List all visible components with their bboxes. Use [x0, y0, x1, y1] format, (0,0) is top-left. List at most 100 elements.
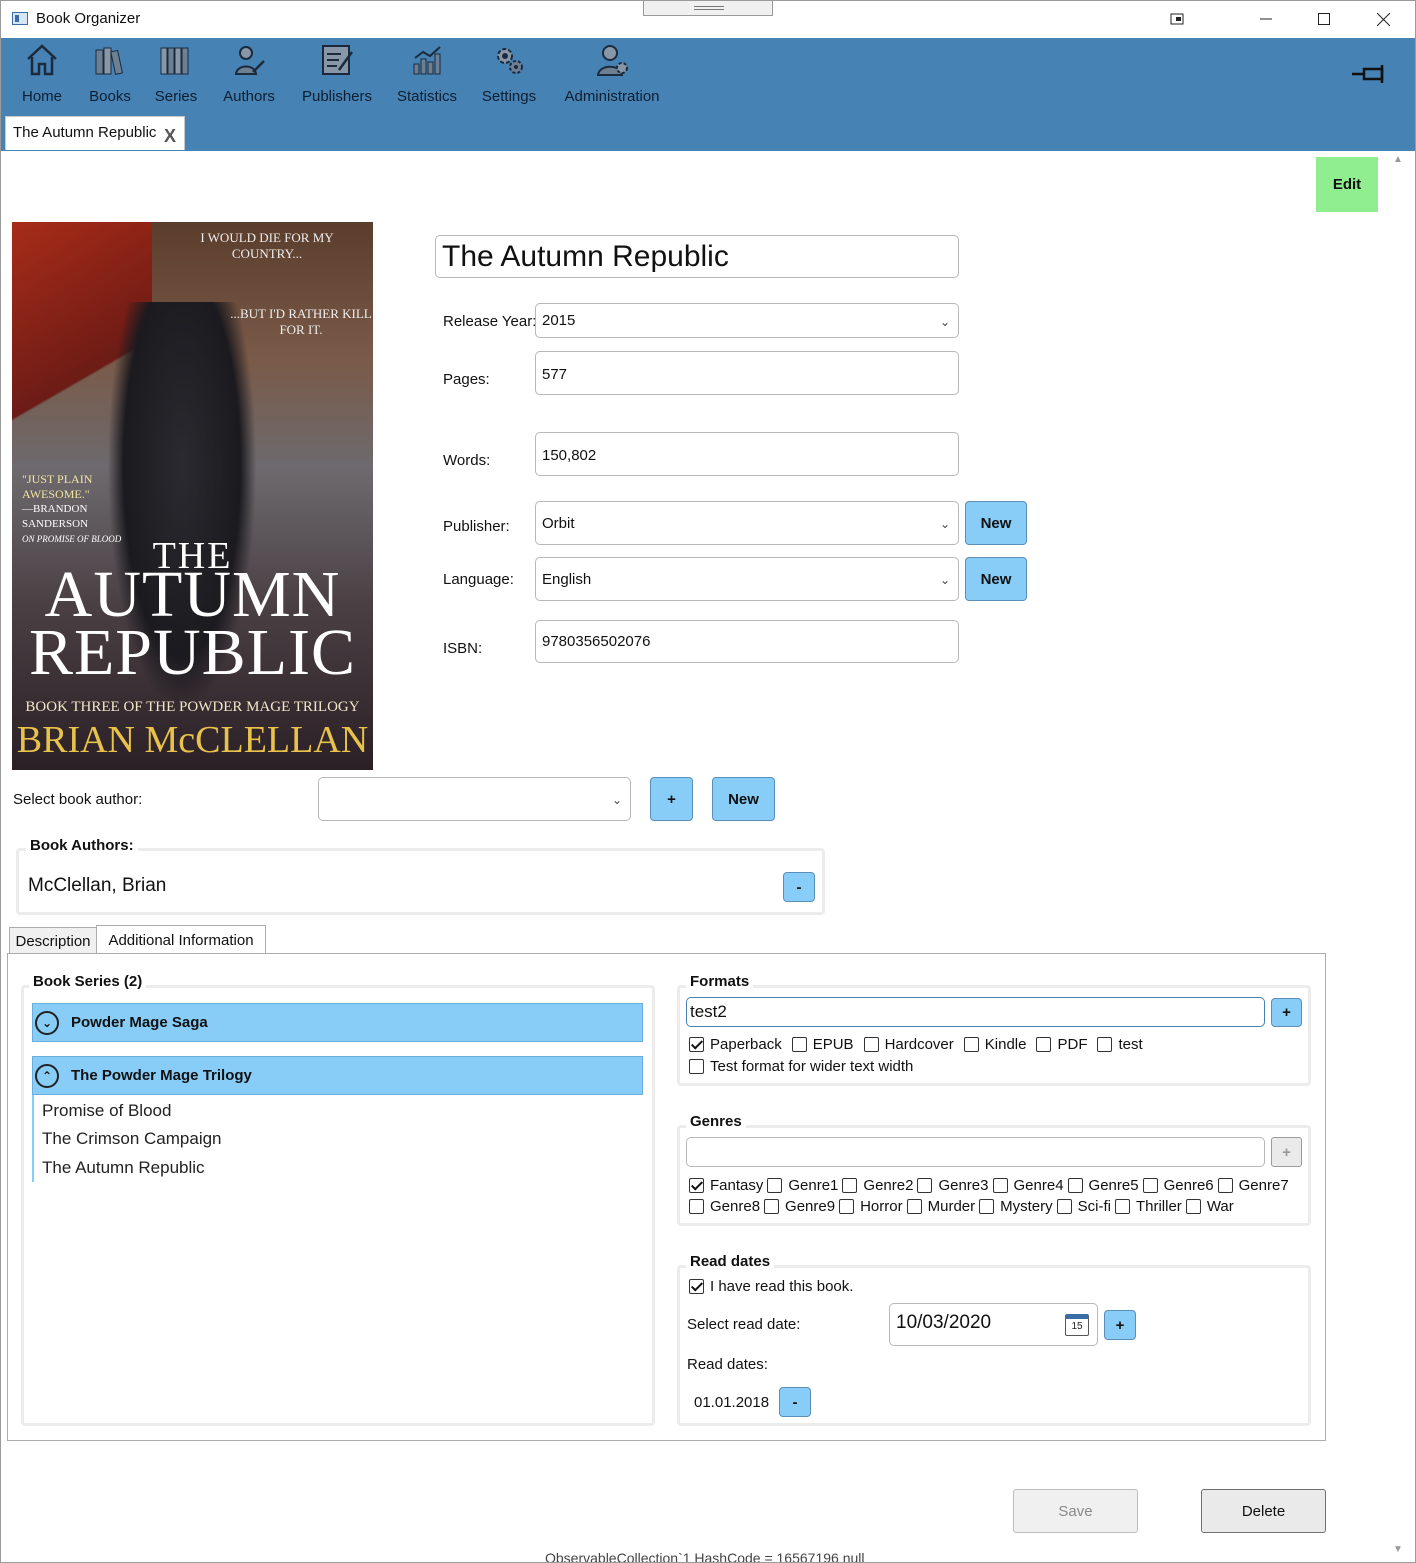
series-book-item[interactable]: The Crimson Campaign — [42, 1129, 222, 1149]
checkbox[interactable] — [1217, 1178, 1233, 1193]
nav-administration[interactable]: Administration — [560, 38, 664, 110]
add-read-date-button[interactable]: + — [1104, 1310, 1136, 1340]
remove-read-date-button[interactable]: - — [779, 1387, 811, 1417]
add-format-button[interactable]: + — [1271, 998, 1302, 1027]
nav-series[interactable]: Series — [150, 38, 202, 110]
title-input[interactable]: The Autumn Republic — [435, 235, 959, 278]
genre-genre3-checkbox[interactable]: Genre3 — [917, 1177, 989, 1194]
checkbox[interactable] — [863, 1037, 879, 1052]
checkbox[interactable] — [963, 1037, 979, 1052]
nav-home[interactable]: Home — [16, 38, 68, 110]
checkbox[interactable] — [1114, 1199, 1130, 1214]
edit-button[interactable]: Edit — [1316, 157, 1378, 212]
checkbox[interactable] — [906, 1199, 922, 1214]
checkbox[interactable] — [917, 1178, 933, 1193]
genre-genre5-checkbox[interactable]: Genre5 — [1067, 1177, 1139, 1194]
tab-additional-information[interactable]: Additional Information — [96, 925, 266, 955]
format-paperback-checkbox[interactable]: Paperback — [689, 1036, 782, 1053]
tab-description[interactable]: Description — [9, 927, 97, 955]
remove-author-button[interactable]: - — [783, 872, 815, 902]
checkbox[interactable] — [767, 1178, 783, 1193]
release-year-select[interactable]: 2015 ⌄ — [535, 303, 959, 338]
checkbox[interactable] — [1142, 1178, 1158, 1193]
genre-genre7-checkbox[interactable]: Genre7 — [1217, 1177, 1289, 1194]
genre-mystery-checkbox[interactable]: Mystery — [979, 1198, 1053, 1215]
close-tab-icon[interactable]: X — [164, 126, 176, 147]
checkbox-checked[interactable] — [689, 1178, 704, 1193]
checkbox[interactable] — [1056, 1199, 1072, 1214]
genre-genre6-checkbox[interactable]: Genre6 — [1142, 1177, 1214, 1194]
genre-fantasy-checkbox[interactable]: Fantasy — [689, 1177, 763, 1194]
format-input[interactable]: test2 — [686, 997, 1265, 1027]
checkbox[interactable] — [839, 1199, 855, 1214]
scroll-down-icon[interactable]: ▼ — [1393, 1544, 1403, 1555]
checkbox[interactable] — [842, 1178, 858, 1193]
format-test-checkbox[interactable]: test — [1097, 1036, 1143, 1053]
format-hardcover-checkbox[interactable]: Hardcover — [863, 1036, 954, 1053]
checkbox[interactable] — [1185, 1199, 1201, 1214]
vertical-scrollbar[interactable]: ▲ ▼ — [1388, 152, 1408, 1557]
format-test-wide-checkbox[interactable]: Test format for wider text width — [689, 1058, 913, 1075]
genre-genre4-checkbox[interactable]: Genre4 — [992, 1177, 1064, 1194]
isbn-input[interactable]: 9780356502076 — [535, 620, 959, 663]
add-author-button[interactable]: + — [650, 777, 693, 821]
checkbox[interactable] — [689, 1199, 704, 1214]
calendar-icon[interactable]: 15 — [1065, 1314, 1089, 1336]
genre-murder-checkbox[interactable]: Murder — [906, 1198, 975, 1215]
nav-settings[interactable]: Settings — [478, 38, 540, 110]
checkbox[interactable] — [1097, 1037, 1113, 1052]
pin-icon[interactable] — [1350, 62, 1390, 89]
checkbox[interactable] — [689, 1059, 704, 1074]
series-the-powder-mage-trilogy[interactable]: ⌃ The Powder Mage Trilogy — [32, 1056, 643, 1095]
have-read-checkbox[interactable]: I have read this book. — [689, 1278, 853, 1295]
read-date-picker[interactable]: 10/03/2020 15 — [889, 1303, 1098, 1346]
genre-genre9-checkbox[interactable]: Genre9 — [764, 1198, 835, 1215]
close-button[interactable] — [1358, 0, 1408, 38]
genre-genre8-checkbox[interactable]: Genre8 — [689, 1198, 760, 1215]
publisher-select[interactable]: Orbit ⌄ — [535, 501, 959, 545]
checkbox[interactable] — [1036, 1037, 1052, 1052]
genre-genre2-checkbox[interactable]: Genre2 — [842, 1177, 913, 1194]
genre-horror-checkbox[interactable]: Horror — [839, 1198, 903, 1215]
new-publisher-button[interactable]: New — [965, 501, 1027, 545]
tab-the-autumn-republic[interactable]: The Autumn Republic X — [5, 116, 185, 150]
pages-input[interactable]: 577 — [535, 351, 959, 395]
minimize-button[interactable] — [1241, 0, 1291, 38]
language-select[interactable]: English ⌄ — [535, 557, 959, 601]
new-author-button[interactable]: New — [712, 777, 775, 821]
collapse-icon[interactable]: ⌃ — [35, 1063, 59, 1088]
restore-icon[interactable] — [1152, 0, 1202, 38]
genre-scifi-checkbox[interactable]: Sci-fi — [1056, 1198, 1111, 1215]
checkbox-checked[interactable] — [689, 1037, 704, 1052]
new-language-button[interactable]: New — [965, 557, 1027, 601]
format-epub-checkbox[interactable]: EPUB — [791, 1036, 854, 1053]
series-powder-mage-saga[interactable]: ⌄ Powder Mage Saga — [32, 1003, 643, 1042]
delete-button[interactable]: Delete — [1201, 1489, 1326, 1533]
nav-books[interactable]: Books — [84, 38, 136, 110]
series-book-item[interactable]: Promise of Blood — [42, 1101, 171, 1121]
format-pdf-checkbox[interactable]: PDF — [1036, 1036, 1087, 1053]
expand-icon[interactable]: ⌄ — [35, 1010, 59, 1035]
series-book-item[interactable]: The Autumn Republic — [42, 1158, 205, 1178]
save-button[interactable]: Save — [1013, 1489, 1138, 1533]
checkbox-checked[interactable] — [689, 1279, 704, 1294]
nav-statistics[interactable]: Statistics — [394, 38, 460, 110]
nav-authors[interactable]: Authors — [218, 38, 280, 110]
checkbox[interactable] — [979, 1199, 995, 1214]
genre-thriller-checkbox[interactable]: Thriller — [1114, 1198, 1182, 1215]
checkbox[interactable] — [764, 1199, 780, 1214]
genre-genre1-checkbox[interactable]: Genre1 — [767, 1177, 838, 1194]
checkbox[interactable] — [791, 1037, 807, 1052]
checkbox[interactable] — [992, 1178, 1008, 1193]
scroll-up-icon[interactable]: ▲ — [1393, 154, 1403, 165]
genre-input[interactable] — [686, 1137, 1265, 1167]
nav-publishers[interactable]: Publishers — [298, 38, 376, 110]
checkbox[interactable] — [1067, 1178, 1083, 1193]
maximize-button[interactable] — [1299, 0, 1349, 38]
add-genre-button[interactable]: + — [1271, 1137, 1302, 1167]
format-kindle-checkbox[interactable]: Kindle — [963, 1036, 1026, 1053]
author-select[interactable]: ⌄ — [318, 777, 631, 821]
drag-handle[interactable] — [643, 0, 773, 16]
words-input[interactable]: 150,802 — [535, 432, 959, 476]
genre-war-checkbox[interactable]: War — [1185, 1198, 1234, 1215]
